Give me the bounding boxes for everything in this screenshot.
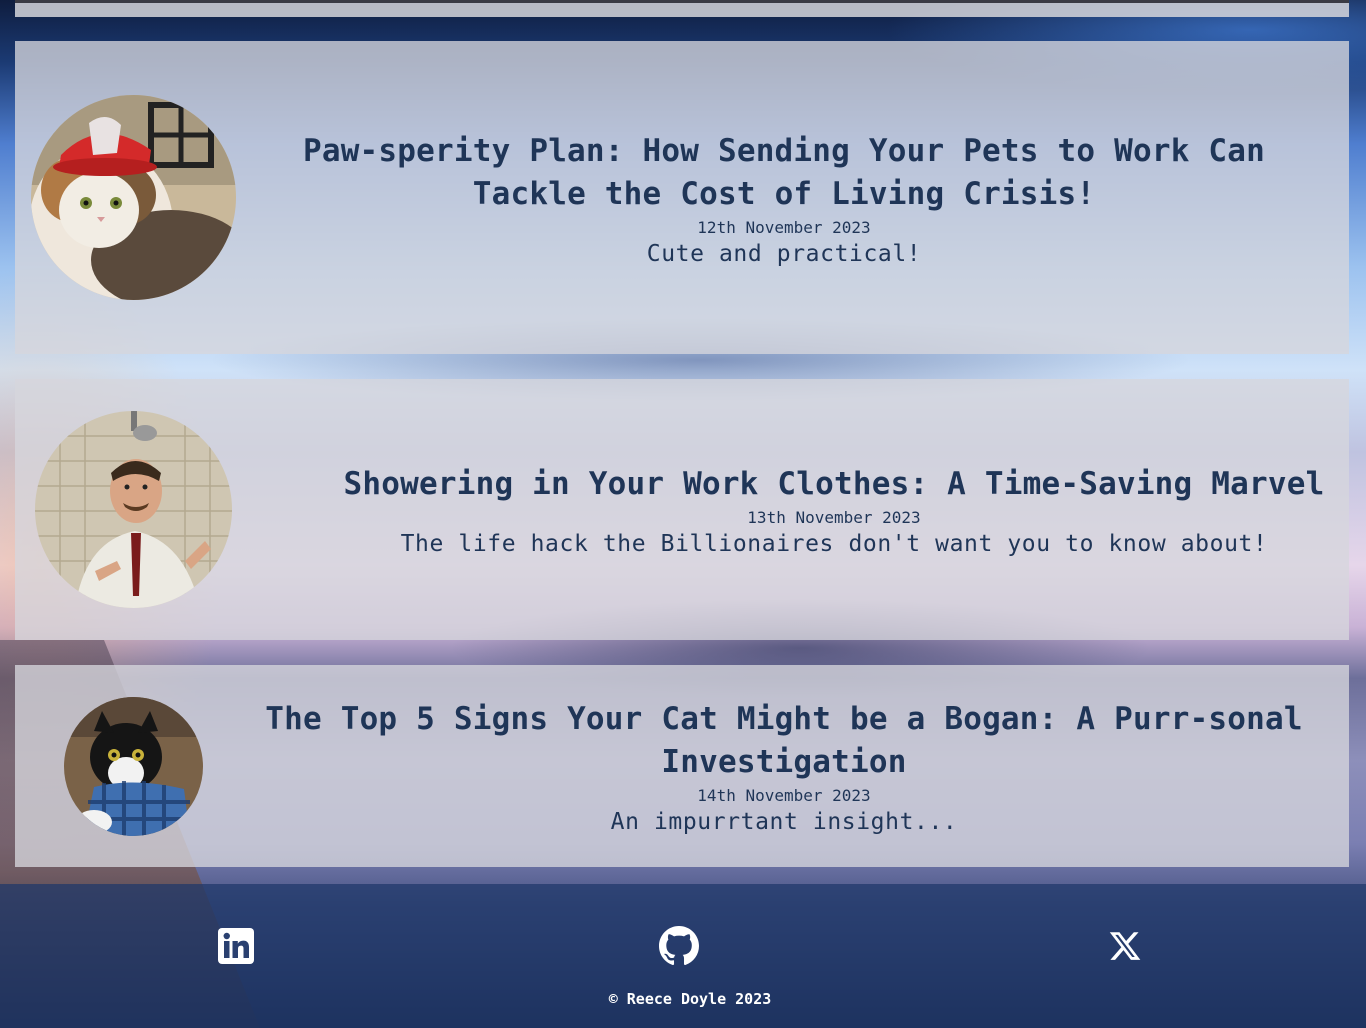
post-card[interactable]: Showering in Your Work Clothes: A Time-S… xyxy=(15,379,1349,640)
shower-man-image xyxy=(35,411,232,608)
post-thumbnail[interactable] xyxy=(31,95,236,300)
post-text: Paw-sperity Plan: How Sending Your Pets … xyxy=(253,130,1315,269)
previous-card-edge xyxy=(15,0,1349,17)
post-thumbnail[interactable] xyxy=(64,697,203,836)
copyright-text: © Reece Doyle 2023 xyxy=(608,990,772,1008)
cat-helmet-image xyxy=(31,95,236,300)
post-text: The Top 5 Signs Your Cat Might be a Boga… xyxy=(245,698,1323,837)
post-description: Cute and practical! xyxy=(646,241,922,267)
linkedin-icon[interactable] xyxy=(214,924,258,968)
post-description: An impurrtant insight... xyxy=(610,809,958,835)
post-card[interactable]: The Top 5 Signs Your Cat Might be a Boga… xyxy=(15,665,1349,867)
post-date: 13th November 2023 xyxy=(747,508,921,527)
x-icon[interactable] xyxy=(1103,924,1147,968)
post-thumbnail[interactable] xyxy=(35,411,232,608)
post-title[interactable]: Showering in Your Work Clothes: A Time-S… xyxy=(333,463,1335,506)
post-title[interactable]: The Top 5 Signs Your Cat Might be a Boga… xyxy=(245,698,1323,784)
post-text: Showering in Your Work Clothes: A Time-S… xyxy=(333,463,1335,559)
post-description: The life hack the Billionaires don't wan… xyxy=(400,531,1268,557)
post-card[interactable]: Paw-sperity Plan: How Sending Your Pets … xyxy=(15,41,1349,354)
post-date: 14th November 2023 xyxy=(697,786,871,805)
post-title[interactable]: Paw-sperity Plan: How Sending Your Pets … xyxy=(253,130,1315,216)
github-icon[interactable] xyxy=(657,924,701,968)
post-date: 12th November 2023 xyxy=(697,218,871,237)
cat-flannel-image xyxy=(64,697,203,836)
